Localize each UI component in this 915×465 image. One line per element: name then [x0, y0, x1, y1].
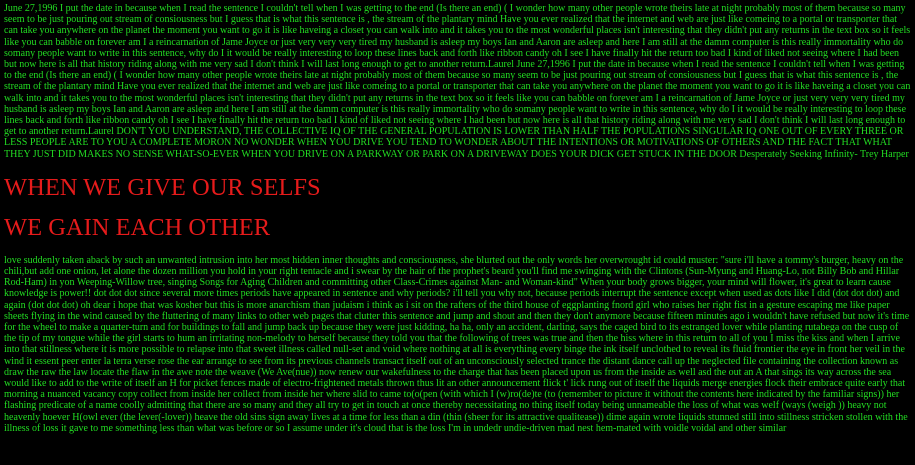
body-paragraph-1: June 27,1996 I put the date in because w… — [4, 3, 911, 160]
page: June 27,1996 I put the date in because w… — [0, 0, 915, 465]
red-heading-2: WE GAIN EACH OTHER — [4, 213, 271, 241]
body-paragraph-2: love suddenly taken aback by such an unw… — [4, 254, 910, 434]
red-heading-1: WHEN WE GIVE OUR SELFS — [4, 173, 321, 201]
